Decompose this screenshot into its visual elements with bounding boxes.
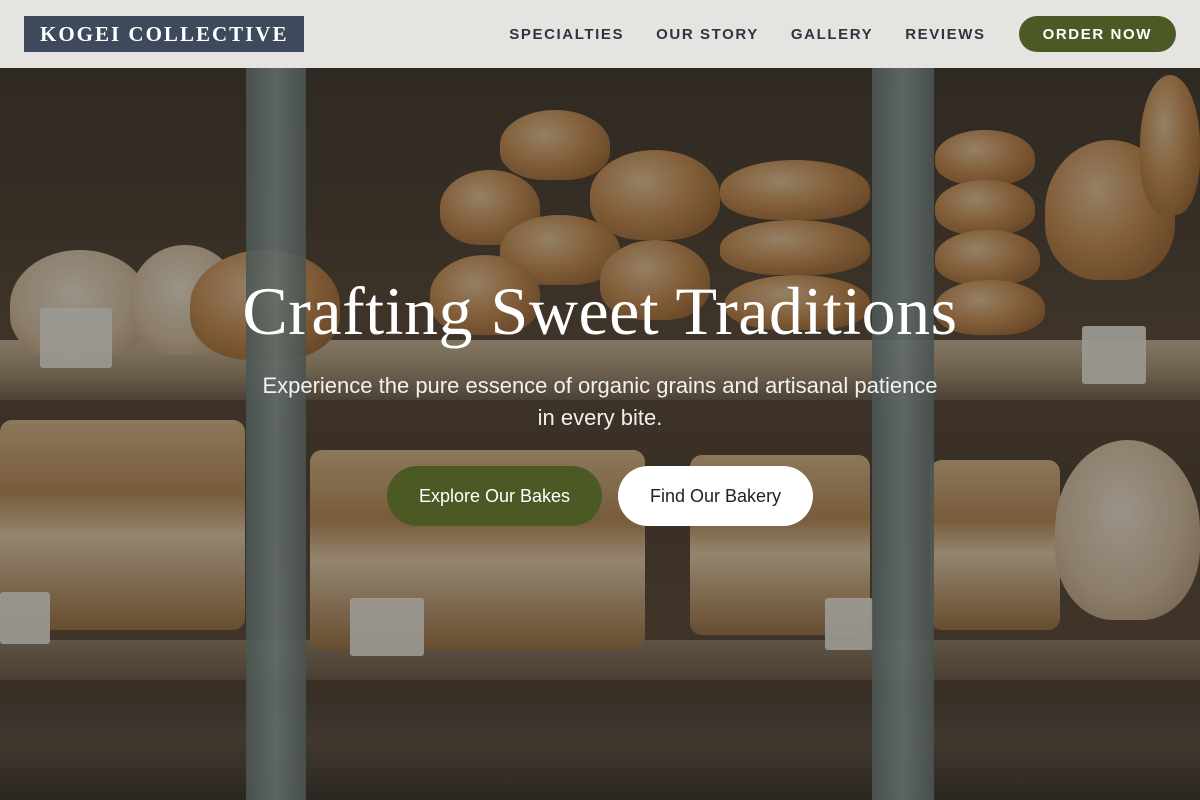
hero-cta-row: Explore Our Bakes Find Our Bakery: [0, 466, 1200, 526]
hero-title: Crafting Sweet Traditions: [242, 273, 958, 349]
find-bakery-button[interactable]: Find Our Bakery: [618, 466, 814, 526]
site-header: KOGEI COLLECTIVE SPECIALTIES OUR STORY G…: [0, 0, 1200, 68]
order-now-button[interactable]: ORDER NOW: [1018, 16, 1176, 52]
nav-link-reviews[interactable]: REVIEWS: [905, 26, 985, 43]
hero-section: Crafting Sweet Traditions Experience the…: [0, 0, 1200, 800]
hero-subtitle: Experience the pure essence of organic g…: [262, 373, 938, 430]
nav-link-gallery[interactable]: GALLERY: [791, 26, 873, 43]
brand-logo[interactable]: KOGEI COLLECTIVE: [24, 16, 305, 52]
nav-link-specialties[interactable]: SPECIALTIES: [509, 26, 624, 43]
main-nav: SPECIALTIES OUR STORY GALLERY REVIEWS OR…: [509, 16, 1176, 52]
explore-bakes-button[interactable]: Explore Our Bakes: [386, 466, 603, 526]
nav-link-our-story[interactable]: OUR STORY: [656, 26, 759, 43]
